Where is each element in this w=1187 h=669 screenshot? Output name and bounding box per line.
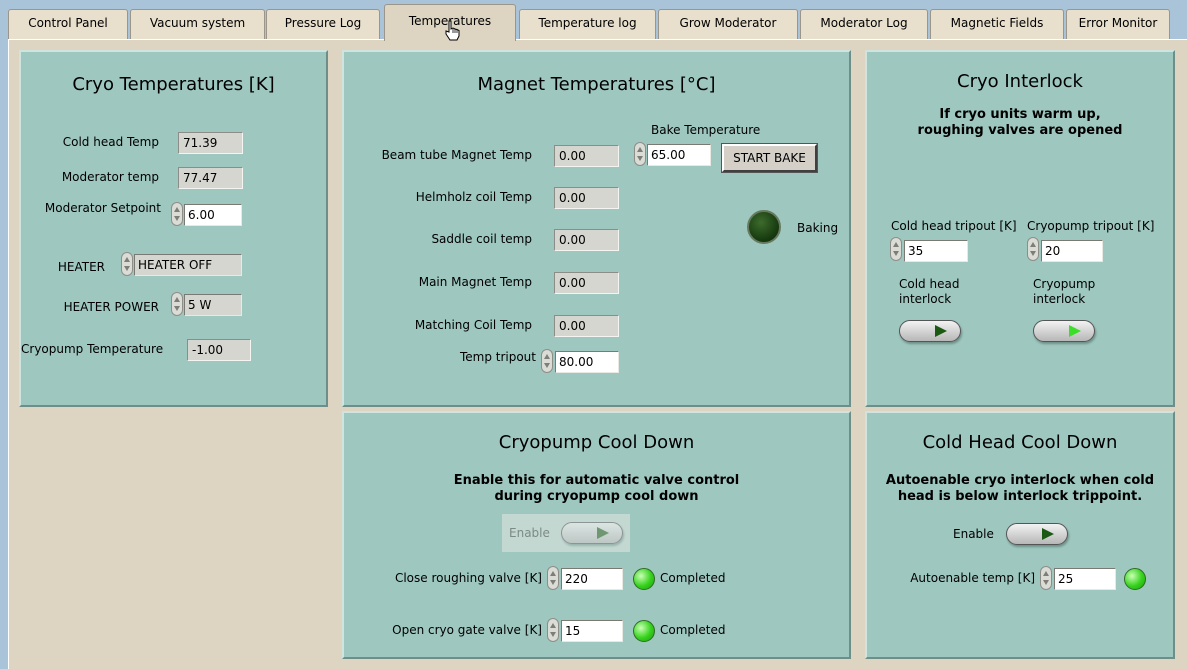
cold-head-interlock-label-line2: interlock [899,292,952,306]
moderator-temp-label: Moderator temp [61,170,159,184]
heater-power-label: HEATER POWER [63,300,159,314]
autoenable-temp-spinner[interactable] [1040,566,1052,590]
baking-label: Baking [797,221,839,235]
bake-temperature-spinner[interactable] [634,142,646,166]
hand-cursor-icon [445,20,460,41]
cryopump-tripout-input[interactable]: 20 [1041,240,1103,262]
heater-ring-select[interactable]: HEATER OFF [134,254,242,276]
tab-bar: Control Panel Vacuum system Pressure Log… [0,0,1187,41]
tab-vacuum-system[interactable]: Vacuum system [130,9,265,39]
close-roughing-valve-input[interactable]: 220 [561,568,623,590]
cold-head-cool-down-desc-line1: Autoenable cryo interlock when cold [885,473,1155,488]
close-roughing-valve-label: Close roughing valve [K] [394,571,542,585]
bake-temperature-label: Bake Temperature [651,123,761,137]
cryopump-cool-down-desc-line1: Enable this for automatic valve control [453,473,740,488]
autoenable-temp-label: Autoenable temp [K] [910,571,1035,585]
cryo-interlock-title: Cryo Interlock [957,71,1083,92]
heater-label: HEATER [57,260,105,274]
temp-tripout-input[interactable]: 80.00 [555,351,619,373]
cryopump-interlock-toggle[interactable] [1033,320,1095,342]
open-cryo-gate-valve-label: Open cryo gate valve [K] [392,623,542,637]
cryo-temperatures-title: Cryo Temperatures [K] [72,74,275,95]
matching-coil-label: Matching Coil Temp [414,318,532,332]
cold-head-cool-down-title: Cold Head Cool Down [922,432,1118,453]
cryopump-enable-label: Enable [509,526,550,540]
open-cryo-gate-valve-spinner[interactable] [547,618,559,642]
tab-pressure-log[interactable]: Pressure Log [266,9,380,39]
tab-error-monitor[interactable]: Error Monitor [1066,9,1170,39]
close-roughing-valve-led [633,568,655,590]
baking-led [747,210,781,244]
moderator-setpoint-label: Moderator Setpoint [44,201,161,215]
tab-temperature-log[interactable]: Temperature log [519,9,656,39]
tab-control-panel[interactable]: Control Panel [8,9,128,39]
cold-head-temp-label: Cold head Temp [62,135,159,149]
cryo-interlock-desc-line1: If cryo units warm up, [939,107,1101,122]
cryopump-tripout-label: Cryopump tripout [K] [1027,219,1155,233]
main-magnet-label: Main Magnet Temp [418,275,532,289]
cold-head-tripout-spinner[interactable] [890,237,902,261]
helmholz-coil-label: Helmholz coil Temp [415,190,532,204]
tab-moderator-log[interactable]: Moderator Log [800,9,928,39]
cryopump-interlock-label-line2: interlock [1033,292,1086,306]
cryopump-cool-down-title: Cryopump Cool Down [498,432,695,453]
main-magnet-indicator: 0.00 [554,272,619,294]
cryopump-enable-toggle[interactable] [561,522,623,544]
autoenable-temp-input[interactable]: 25 [1054,568,1116,590]
autoenable-led [1124,568,1146,590]
close-roughing-valve-spinner[interactable] [547,566,559,590]
magnet-temperatures-panel: Magnet Temperatures [°C] Bake Temperatur… [342,50,851,407]
cryo-temperatures-panel: Cryo Temperatures [K] Cold head Temp 71.… [19,50,328,407]
cold-head-cool-down-desc-line2: head is below interlock trippoint. [897,489,1143,504]
cryopump-cool-down-desc-line2: during cryopump cool down [494,489,699,504]
cold-head-enable-toggle[interactable] [1006,523,1068,545]
matching-coil-indicator: 0.00 [554,315,619,337]
cold-head-interlock-toggle[interactable] [899,320,961,342]
heater-power-select[interactable]: 5 W [184,294,242,316]
tab-grow-moderator[interactable]: Grow Moderator [658,9,798,39]
cold-head-temp-indicator: 71.39 [178,132,243,154]
bake-temperature-input[interactable]: 65.00 [647,144,711,166]
cold-head-tripout-input[interactable]: 35 [904,240,968,262]
cold-head-cool-down-panel: Cold Head Cool Down Autoenable cryo inte… [865,411,1175,659]
helmholz-coil-indicator: 0.00 [554,187,619,209]
saddle-coil-indicator: 0.00 [554,229,619,251]
cryo-interlock-panel: Cryo Interlock If cryo units warm up, ro… [865,50,1175,407]
beam-tube-magnet-indicator: 0.00 [554,145,619,167]
moderator-setpoint-spinner[interactable] [171,202,183,226]
beam-tube-magnet-label: Beam tube Magnet Temp [381,148,532,162]
cryopump-temperature-indicator: -1.00 [187,339,251,361]
moderator-setpoint-input[interactable]: 6.00 [184,204,242,226]
saddle-coil-label: Saddle coil temp [431,232,532,246]
cryopump-cool-down-panel: Cryopump Cool Down Enable this for autom… [342,411,851,659]
tab-content-temperatures: Cryo Temperatures [K] Cold head Temp 71.… [8,39,1187,669]
cryopump-temperature-label: Cryopump Temperature [21,342,164,356]
close-roughing-valve-status: Completed [660,571,726,585]
cryo-interlock-desc-line2: roughing valves are opened [917,123,1123,138]
cryopump-interlock-label-line1: Cryopump [1033,277,1096,291]
cold-head-interlock-label-line1: Cold head [899,277,960,291]
cold-head-enable-label: Enable [953,527,994,541]
heater-ring-spinner[interactable] [121,252,133,276]
temp-tripout-label: Temp tripout [459,350,536,364]
magnet-temperatures-title: Magnet Temperatures [°C] [477,74,716,95]
cold-head-tripout-label: Cold head tripout [K] [891,219,1017,233]
heater-power-spinner[interactable] [171,292,183,316]
temp-tripout-spinner[interactable] [541,349,553,373]
open-cryo-gate-valve-status: Completed [660,623,726,637]
tab-magnetic-fields[interactable]: Magnetic Fields [930,9,1064,39]
start-bake-button[interactable]: START BAKE [721,143,818,173]
moderator-temp-indicator: 77.47 [178,167,243,189]
open-cryo-gate-valve-input[interactable]: 15 [561,620,623,642]
open-cryo-gate-valve-led [633,620,655,642]
cryopump-tripout-spinner[interactable] [1027,237,1039,261]
